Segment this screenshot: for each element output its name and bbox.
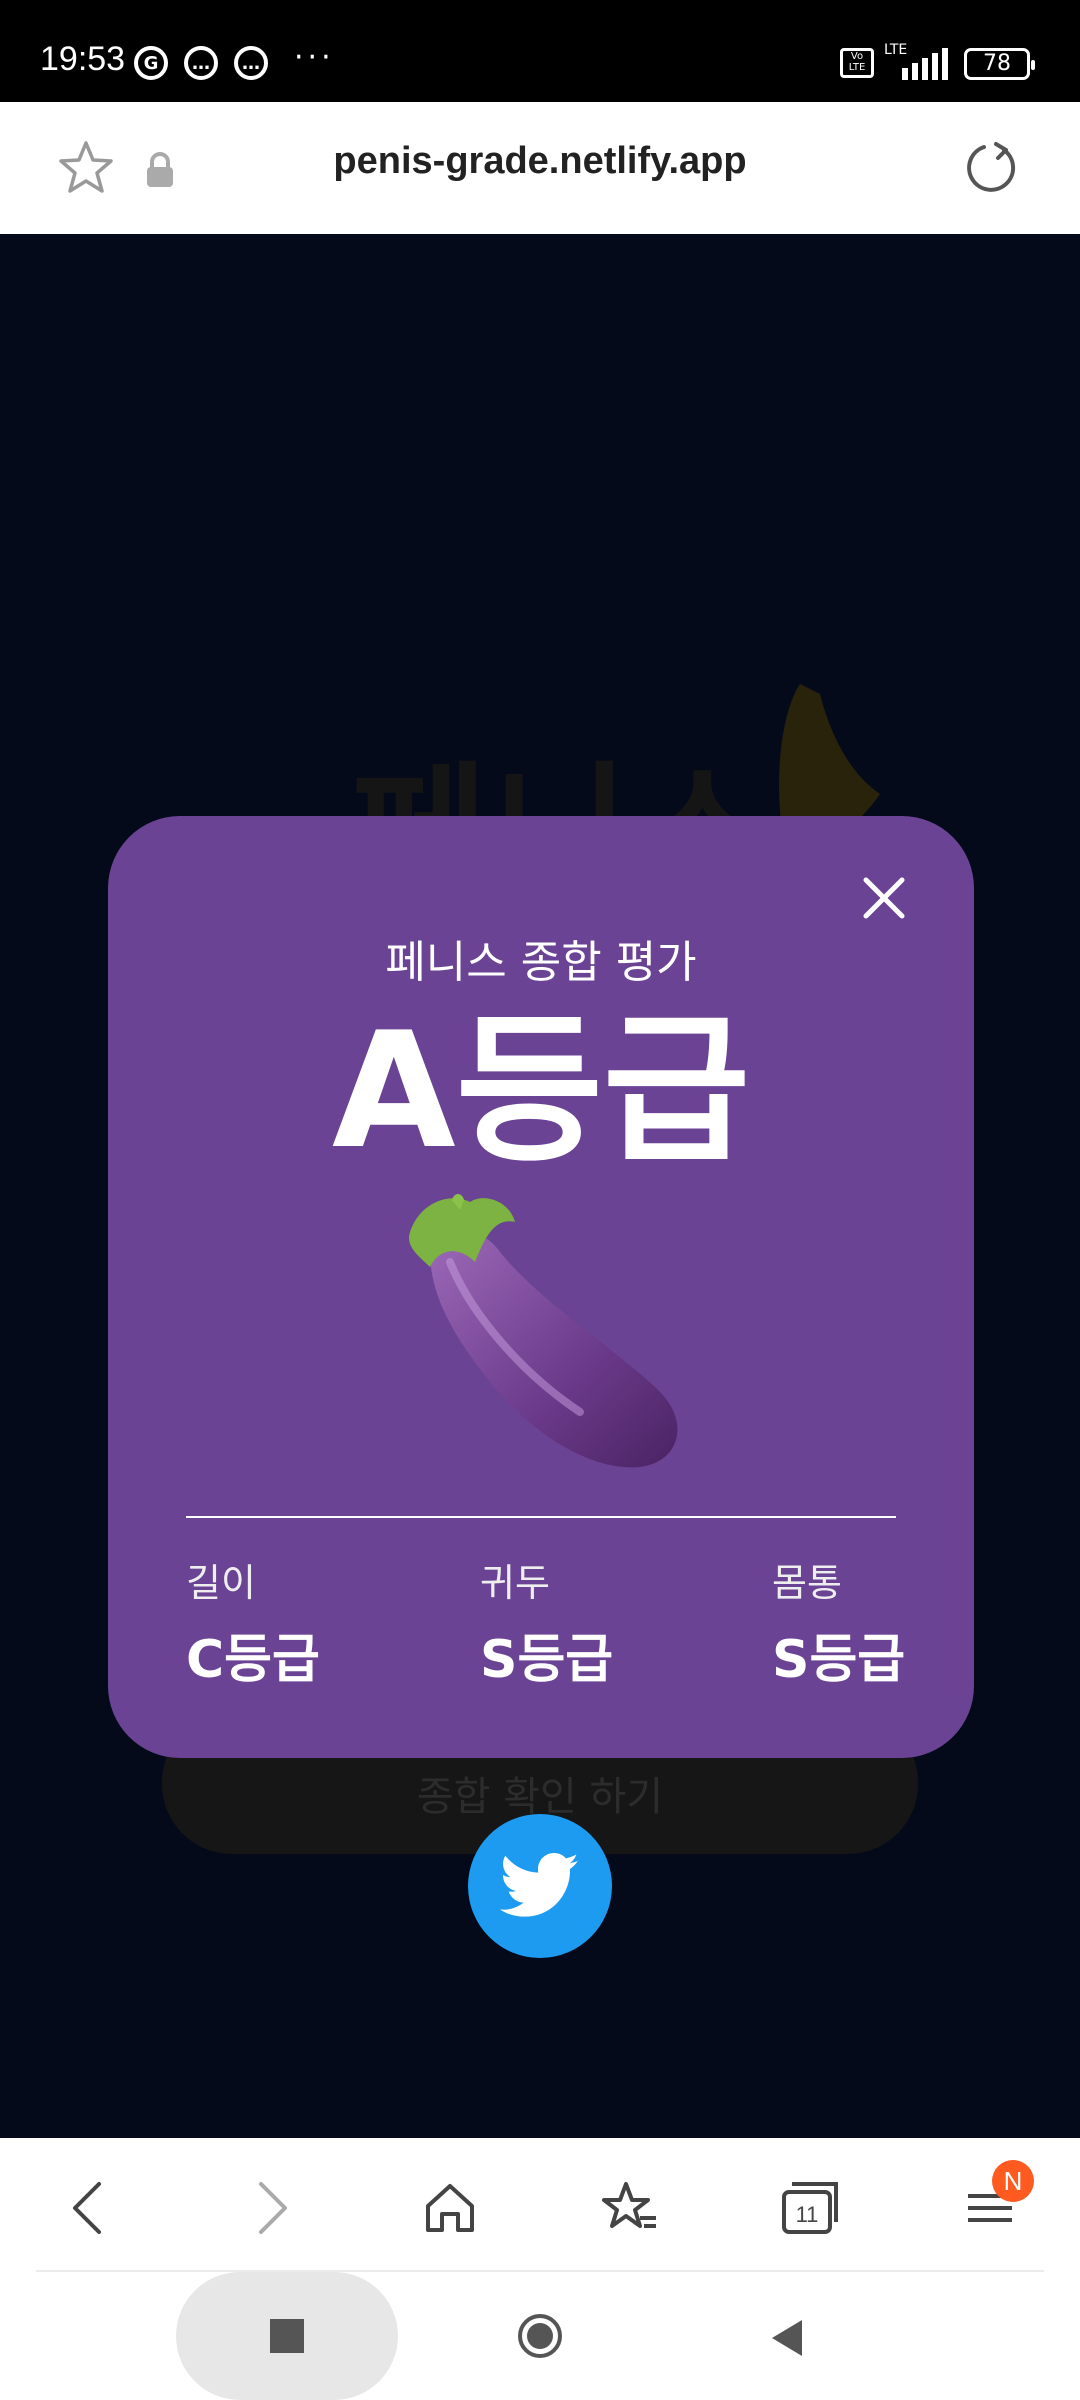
tabs-icon: 11 bbox=[782, 2182, 838, 2234]
stat-shaft: 몸통 S등급 bbox=[772, 1552, 972, 1692]
home-icon bbox=[426, 2184, 474, 2232]
stat-value: S등급 bbox=[480, 1630, 614, 1690]
message-notification-icon: … bbox=[184, 46, 218, 80]
volte-icon: Vo LTE bbox=[840, 48, 874, 78]
modal-divider bbox=[186, 1516, 896, 1518]
status-bar: 19:53 G … … ··· Vo LTE LTE 78 bbox=[0, 0, 1080, 102]
modal-subtitle: 페니스 종합 평가 bbox=[385, 937, 697, 988]
back-button[interactable] bbox=[48, 2168, 128, 2248]
stat-label: 길이 bbox=[186, 1561, 256, 1605]
square-icon bbox=[270, 2319, 304, 2353]
recent-apps-button[interactable] bbox=[176, 2272, 398, 2400]
stat-value: C등급 bbox=[186, 1630, 320, 1690]
stat-value: S등급 bbox=[772, 1630, 906, 1690]
signal-icon bbox=[902, 48, 948, 80]
system-nav-bar bbox=[0, 2272, 1080, 2400]
forward-icon bbox=[259, 2182, 287, 2234]
stat-label: 귀두 bbox=[480, 1561, 550, 1605]
forward-button[interactable] bbox=[232, 2168, 312, 2248]
google-notification-icon: G bbox=[134, 46, 168, 80]
back-icon bbox=[73, 2182, 101, 2234]
status-time: 19:53 bbox=[40, 40, 126, 78]
browser-toolbar: 11 N bbox=[0, 2138, 1080, 2272]
eggplant-icon bbox=[409, 1194, 678, 1468]
stat-length: 길이 C등급 bbox=[186, 1552, 386, 1692]
overall-grade: A등급 bbox=[331, 997, 751, 1184]
home-circle-icon[interactable] bbox=[516, 2312, 564, 2360]
result-modal: 페니스 종합 평가 A등급 길이 C등급 귀두 S등급 몸통 S등급 bbox=[108, 816, 974, 1758]
address-bar: penis-grade.netlify.app bbox=[0, 102, 1080, 235]
bookmarks-icon bbox=[602, 2182, 656, 2228]
menu-badge: N bbox=[992, 2160, 1034, 2202]
tabs-count: 11 bbox=[796, 2202, 819, 2227]
stat-glans: 귀두 S등급 bbox=[480, 1552, 680, 1692]
home-button[interactable] bbox=[410, 2168, 490, 2248]
more-notifications-icon: ··· bbox=[294, 40, 335, 75]
bookmarks-button[interactable] bbox=[590, 2168, 670, 2248]
reload-icon[interactable] bbox=[962, 138, 1022, 198]
url-text[interactable]: penis-grade.netlify.app bbox=[0, 140, 1080, 183]
message-notification-icon-2: … bbox=[234, 46, 268, 80]
twitter-share-button[interactable] bbox=[468, 1814, 612, 1958]
close-icon[interactable] bbox=[858, 872, 910, 924]
battery-icon: 78 bbox=[964, 48, 1035, 80]
menu-button[interactable]: N bbox=[950, 2160, 1034, 2248]
back-triangle-icon[interactable] bbox=[766, 2316, 810, 2360]
tabs-button[interactable]: 11 bbox=[770, 2168, 850, 2248]
twitter-icon bbox=[500, 1853, 579, 1917]
stat-label: 몸통 bbox=[772, 1561, 842, 1605]
